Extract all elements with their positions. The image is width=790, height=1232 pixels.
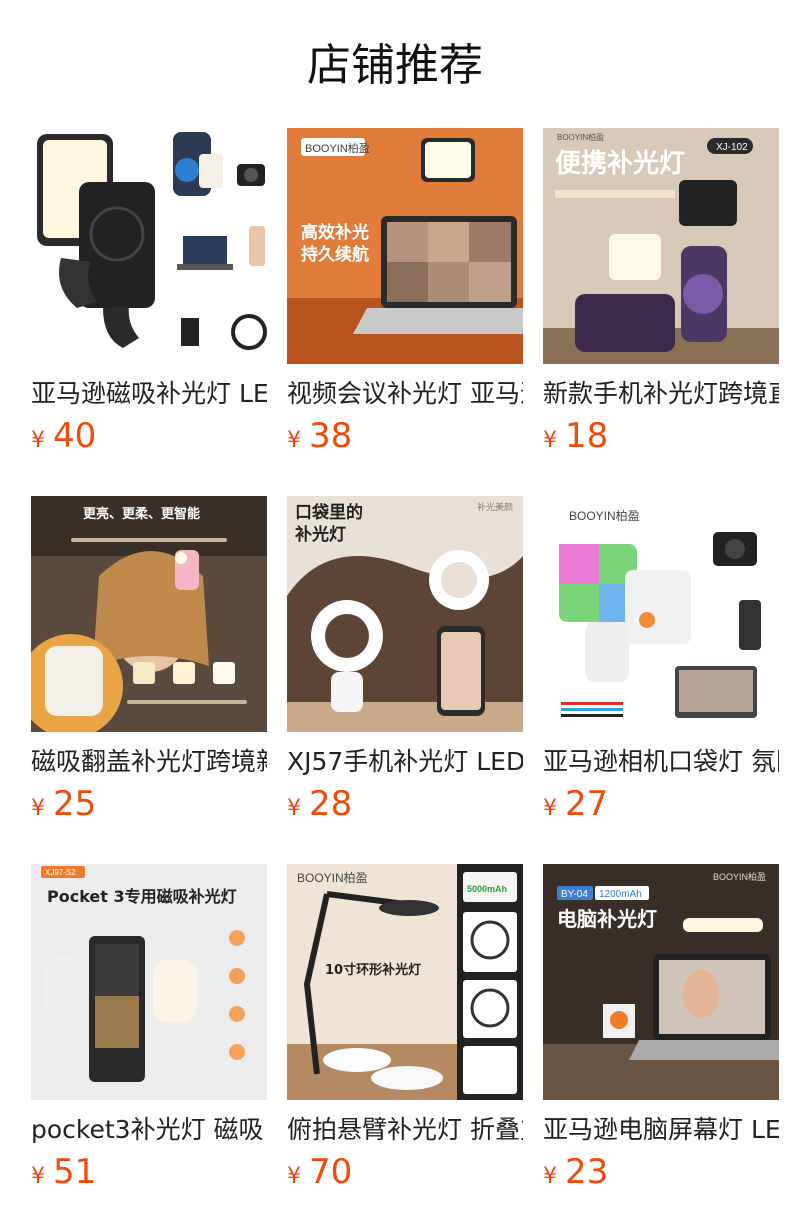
product-card[interactable]: BOOYIN柏盈 便携补光灯 XJ-102 新款手机补光灯跨境直播 ¥18 — [543, 128, 779, 496]
product-price: ¥38 — [287, 414, 352, 458]
price-amount: 40 — [53, 416, 97, 456]
product-price: ¥40 — [31, 414, 96, 458]
product-image[interactable] — [31, 128, 267, 364]
product-card[interactable]: 更亮、更柔、更智能 磁吸翻盖补光灯跨境新款 ¥25 — [31, 496, 267, 864]
product-name[interactable]: 亚马逊磁吸补光灯 LED — [31, 376, 267, 412]
product-price: ¥18 — [543, 414, 608, 458]
product-price: ¥51 — [31, 1150, 96, 1194]
image-caption: 持久续航 — [301, 244, 369, 265]
product-grid: 亚马逊磁吸补光灯 LED ¥40 BOOYIN柏盈 高效补光 持久续航 视频会议… — [31, 128, 779, 1232]
product-image[interactable]: BOOYIN柏盈 10寸环形补光灯 5000mAh — [287, 864, 523, 1100]
price-amount: 51 — [53, 1152, 97, 1192]
price-amount: 38 — [309, 416, 353, 456]
product-name[interactable]: 磁吸翻盖补光灯跨境新款 — [31, 744, 267, 780]
brand-logo: BOOYIN柏盈 — [297, 870, 368, 885]
product-image[interactable]: BOOYIN柏盈 便携补光灯 XJ-102 — [543, 128, 779, 364]
product-name[interactable]: 亚马逊相机口袋灯 氛围灯 — [543, 744, 779, 780]
brand-logo: BOOYIN柏盈 — [557, 132, 604, 142]
product-image[interactable]: 更亮、更柔、更智能 — [31, 496, 267, 732]
product-name[interactable]: XJ57手机补光灯 LED — [287, 744, 523, 780]
currency-symbol: ¥ — [31, 428, 45, 453]
image-caption: XJ97-S2 — [45, 868, 76, 877]
currency-symbol: ¥ — [287, 428, 301, 453]
currency-symbol: ¥ — [543, 796, 557, 821]
product-image[interactable]: BOOYIN柏盈 — [543, 496, 779, 732]
image-caption: BY-04 — [561, 889, 588, 900]
image-caption: XJ-102 — [716, 142, 748, 153]
image-caption: 补光美颜 — [477, 501, 513, 513]
currency-symbol: ¥ — [31, 796, 45, 821]
brand-logo: BOOYIN柏盈 — [569, 508, 640, 523]
page-title: 店铺推荐 — [307, 40, 483, 91]
image-caption: 更亮、更柔、更智能 — [83, 506, 200, 522]
price-amount: 25 — [53, 784, 97, 824]
price-amount: 27 — [565, 784, 609, 824]
product-card[interactable]: BOOYIN柏盈 亚马逊相机口袋灯 氛围灯 ¥27 — [543, 496, 779, 864]
brand-logo: BOOYIN柏盈 — [305, 141, 370, 155]
product-price: ¥23 — [543, 1150, 608, 1194]
image-caption: Pocket 3专用磁吸补光灯 — [47, 887, 237, 906]
image-caption: 口袋里的 — [295, 502, 363, 523]
product-image[interactable]: BOOYIN柏盈 高效补光 持久续航 — [287, 128, 523, 364]
product-name[interactable]: 俯拍悬臂补光灯 折叠支架 — [287, 1112, 523, 1148]
price-amount: 18 — [565, 416, 609, 456]
image-caption: 高效补光 — [301, 222, 369, 243]
currency-symbol: ¥ — [287, 796, 301, 821]
price-amount: 70 — [309, 1152, 353, 1192]
product-image[interactable]: 口袋里的 补光灯 补光美颜 — [287, 496, 523, 732]
image-caption: 10寸环形补光灯 — [325, 962, 421, 978]
product-price: ¥70 — [287, 1150, 352, 1194]
product-price: ¥25 — [31, 782, 96, 826]
product-card[interactable]: BOOYIN柏盈 高效补光 持久续航 视频会议补光灯 亚马逊 ¥38 — [287, 128, 523, 496]
price-amount: 28 — [309, 784, 353, 824]
currency-symbol: ¥ — [543, 1164, 557, 1189]
image-caption: 补光灯 — [294, 524, 346, 545]
product-card[interactable]: BOOYIN柏盈 10寸环形补光灯 5000mAh 俯拍悬臂补光灯 折叠支架 ¥… — [287, 864, 523, 1232]
price-amount: 23 — [565, 1152, 609, 1192]
image-caption: 便携补光灯 — [555, 148, 685, 179]
image-caption: 电脑补光灯 — [557, 907, 657, 931]
currency-symbol: ¥ — [543, 428, 557, 453]
product-name[interactable]: 亚马逊电脑屏幕灯 LED — [543, 1112, 779, 1148]
product-card[interactable]: 亚马逊磁吸补光灯 LED ¥40 — [31, 128, 267, 496]
product-name[interactable]: 视频会议补光灯 亚马逊 — [287, 376, 523, 412]
product-price: ¥28 — [287, 782, 352, 826]
currency-symbol: ¥ — [287, 1164, 301, 1189]
product-name[interactable]: pocket3补光灯 磁吸 — [31, 1112, 267, 1148]
product-price: ¥27 — [543, 782, 608, 826]
currency-symbol: ¥ — [31, 1164, 45, 1189]
product-image[interactable]: BY-04 1200mAh BOOYIN柏盈 电脑补光灯 — [543, 864, 779, 1100]
product-image[interactable]: XJ97-S2 Pocket 3专用磁吸补光灯 — [31, 864, 267, 1100]
product-card[interactable]: 口袋里的 补光灯 补光美颜 XJ57手机补光灯 LED ¥28 — [287, 496, 523, 864]
brand-logo: BOOYIN柏盈 — [713, 871, 766, 882]
product-card[interactable]: BY-04 1200mAh BOOYIN柏盈 电脑补光灯 亚马逊电脑屏幕灯 LE… — [543, 864, 779, 1232]
product-name[interactable]: 新款手机补光灯跨境直播 — [543, 376, 779, 412]
image-caption: 5000mAh — [467, 884, 507, 894]
image-caption: 1200mAh — [599, 889, 642, 900]
product-card[interactable]: XJ97-S2 Pocket 3专用磁吸补光灯 pocket3补光灯 磁吸 ¥5… — [31, 864, 267, 1232]
